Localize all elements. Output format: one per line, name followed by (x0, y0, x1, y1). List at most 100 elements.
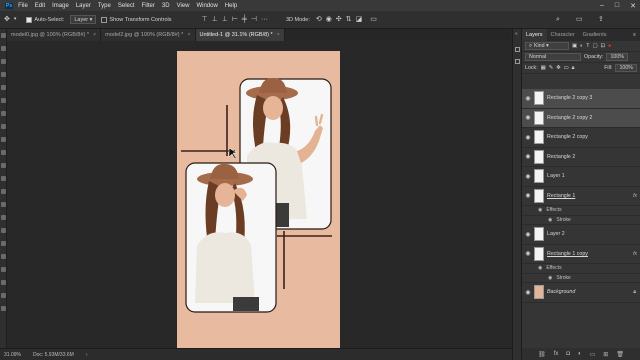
tool-icon[interactable] (1, 59, 6, 64)
layer-row[interactable]: ◉ Rectangle 2 (522, 148, 640, 167)
tool-icon[interactable] (1, 46, 6, 51)
layer-effect-row[interactable]: ◉ Stroke (522, 216, 640, 225)
link-layers-icon[interactable]: ⛓ (538, 351, 546, 358)
3d-slide-icon[interactable]: ⇅ (346, 16, 352, 23)
align-top-icon[interactable]: ⊤ (201, 16, 207, 23)
new-group-icon[interactable]: ▭ (590, 351, 596, 358)
menu-item-select[interactable]: Select (118, 3, 135, 9)
tab-gradients[interactable]: Gradients (579, 29, 611, 41)
add-mask-icon[interactable]: ◘ (566, 351, 570, 357)
tool-icon[interactable] (1, 137, 6, 142)
minimize-button[interactable]: – (600, 2, 604, 9)
visibility-eye-icon[interactable]: ◉ (522, 231, 534, 238)
filter-type-icon[interactable]: T (586, 43, 589, 49)
new-layer-icon[interactable]: ⊞ (603, 351, 608, 358)
layer-row[interactable]: ◉ Layer 2 (522, 225, 640, 245)
tab-character[interactable]: Character (547, 29, 579, 41)
auto-select-checkbox[interactable] (26, 16, 33, 23)
tool-icon[interactable] (1, 202, 6, 207)
zoom-level[interactable]: 31.09% (4, 352, 21, 358)
layer-row[interactable]: ◉ Background 🔒︎ (522, 283, 640, 303)
tool-icon[interactable] (1, 72, 6, 77)
status-menu-icon[interactable]: › (86, 352, 88, 358)
align-bottom-icon[interactable]: ⊥ (222, 16, 228, 23)
tab-model0[interactable]: model0.jpg @ 100% (RGB/8#) * × (7, 29, 102, 41)
tool-icon[interactable] (1, 189, 6, 194)
visibility-eye-icon[interactable]: ◉ (522, 95, 534, 102)
maximize-button[interactable]: □ (615, 2, 619, 9)
visibility-eye-icon[interactable]: ◉ (522, 173, 534, 180)
menu-item-type[interactable]: Type (98, 3, 111, 9)
lock-artboard-icon[interactable]: ▭ (564, 65, 569, 71)
properties-icon[interactable] (515, 59, 520, 64)
tab-model2[interactable]: model2.jpg @ 100% (RGB/8#) * × (101, 29, 196, 41)
blend-mode-dropdown[interactable]: Normal (525, 53, 581, 61)
3d-pan-icon[interactable]: ✣ (336, 16, 342, 23)
menu-item-file[interactable]: File (18, 3, 28, 9)
tool-icon[interactable] (1, 267, 6, 272)
tool-icon[interactable] (1, 150, 6, 155)
filter-adjust-icon[interactable]: ◐ (580, 43, 583, 49)
3d-roll-icon[interactable]: ◉ (326, 16, 332, 23)
opacity-input[interactable]: 100% (606, 53, 628, 61)
layer-row[interactable]: ◉ Rectangle 1 fx (522, 187, 640, 206)
fx-icon[interactable]: fx (633, 251, 637, 257)
align-right-icon[interactable]: ⊣ (251, 16, 257, 23)
layer-effect-row[interactable]: ◉ Effects (522, 264, 640, 274)
visibility-eye-icon[interactable]: ◉ (522, 134, 534, 141)
menu-item-edit[interactable]: Edit (35, 3, 45, 9)
history-icon[interactable] (515, 47, 520, 52)
tool-icon[interactable] (1, 98, 6, 103)
tool-icon[interactable] (1, 124, 6, 129)
fx-icon[interactable]: fx (633, 193, 637, 199)
layer-row[interactable]: ◉ Rectangle 2 copy (522, 128, 640, 148)
visibility-eye-icon[interactable]: ◉ (548, 275, 552, 281)
tool-icon[interactable] (1, 306, 6, 311)
tool-icon[interactable] (1, 228, 6, 233)
lock-paint-icon[interactable]: ✎ (549, 65, 553, 71)
kind-filter[interactable]: ⌕ Kind ▾ (525, 42, 569, 50)
close-tab-icon[interactable]: × (187, 32, 190, 38)
layer-row[interactable]: ◉ Rectangle 2 copy 2 (522, 108, 640, 128)
panel-menu-icon[interactable]: ≡ (633, 32, 636, 38)
close-tab-icon[interactable]: × (277, 32, 280, 38)
search-icon[interactable]: ⌕ (556, 16, 560, 23)
layer-row[interactable]: ◉ Layer 1 (522, 167, 640, 187)
visibility-eye-icon[interactable]: ◉ (522, 153, 534, 160)
tool-icon[interactable] (1, 254, 6, 259)
move-tool-icon[interactable]: ✥ (4, 16, 10, 23)
lock-all-icon[interactable]: 🔒︎ (572, 65, 575, 72)
align-left-icon[interactable]: ⊢ (232, 16, 238, 23)
visibility-eye-icon[interactable]: ◉ (548, 217, 552, 223)
filter-toggle-icon[interactable]: ● (608, 43, 611, 49)
delete-layer-icon[interactable]: 🗑︎ (616, 351, 624, 358)
lock-pixels-icon[interactable]: ▦ (541, 65, 546, 71)
close-tab-icon[interactable]: × (93, 32, 96, 38)
menu-item-window[interactable]: Window (196, 3, 217, 9)
tool-icon[interactable] (1, 85, 6, 90)
visibility-eye-icon[interactable]: ◉ (522, 289, 534, 296)
tool-icon[interactable] (1, 293, 6, 298)
tool-icon[interactable] (1, 215, 6, 220)
collapse-icon[interactable]: « (515, 31, 518, 37)
adjustment-icon[interactable]: ◐ (578, 351, 582, 357)
layer-effect-row[interactable]: ◉ Stroke (522, 274, 640, 283)
visibility-eye-icon[interactable]: ◉ (538, 265, 542, 271)
layer-row[interactable]: ◉ Rectangle 1 copy fx (522, 245, 640, 264)
close-button[interactable]: ✕ (630, 2, 636, 10)
document-canvas[interactable] (177, 51, 340, 348)
share-icon[interactable]: ⇪ (598, 16, 604, 23)
visibility-eye-icon[interactable]: ◉ (522, 114, 534, 121)
layer-row[interactable]: ◉ Rectangle 2 copy 3 (522, 89, 640, 109)
tool-icon[interactable] (1, 163, 6, 168)
auto-select-dropdown[interactable]: Layer ▾ (70, 15, 97, 24)
transform-controls-checkbox[interactable] (101, 16, 108, 23)
menu-item-filter[interactable]: Filter (142, 3, 155, 9)
tool-icon[interactable] (1, 33, 6, 38)
photo-frame-bottom[interactable] (185, 162, 277, 313)
align-vcenter-icon[interactable]: ⊥ (212, 16, 218, 23)
tool-icon[interactable] (1, 241, 6, 246)
workspace-icon[interactable]: ▭ (576, 16, 583, 23)
lock-move-icon[interactable]: ✥ (556, 65, 560, 71)
3d-scale-icon[interactable]: ◪ (356, 16, 363, 23)
